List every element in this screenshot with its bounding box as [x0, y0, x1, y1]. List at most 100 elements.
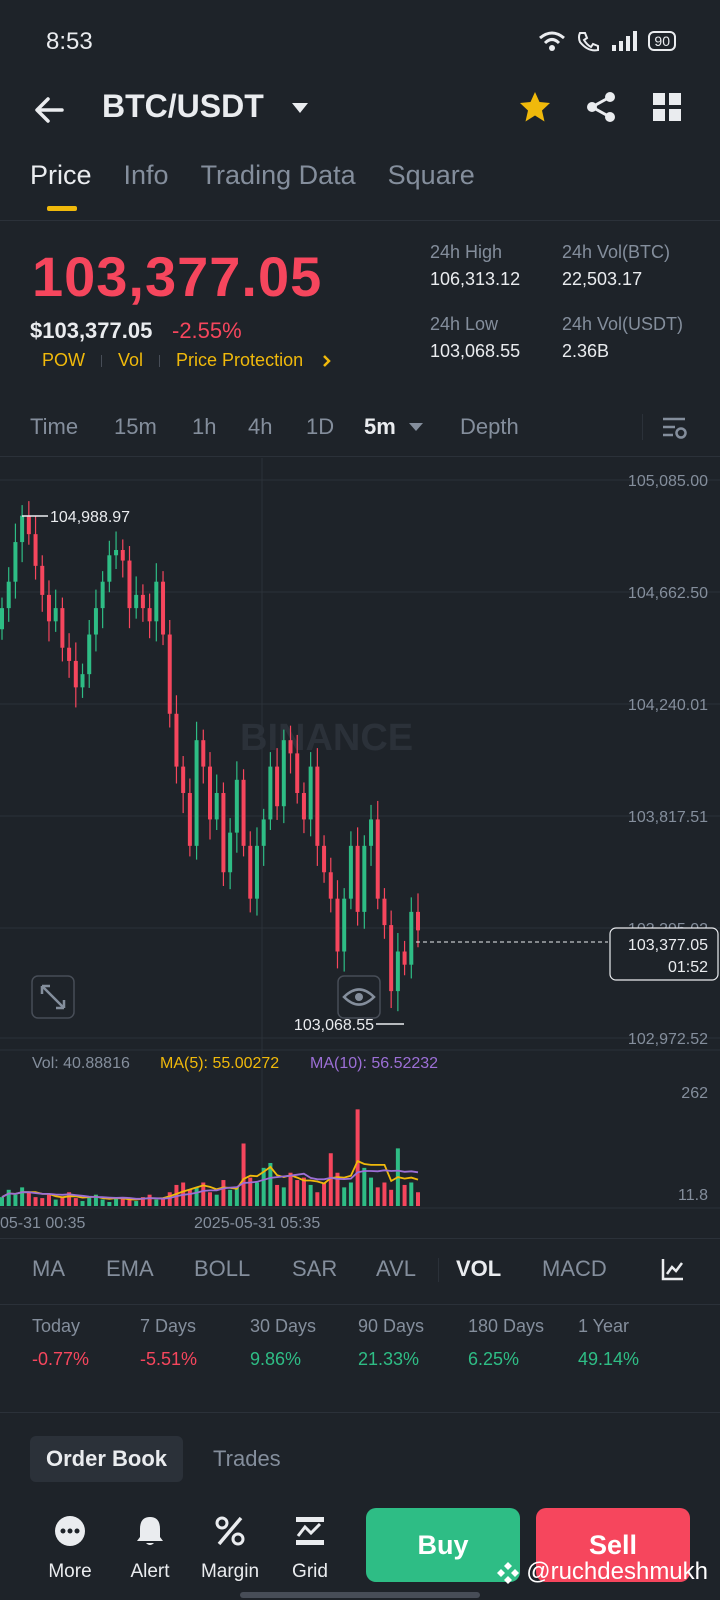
- wifi-icon: [539, 31, 566, 51]
- tag-price-protection[interactable]: Price Protection: [176, 350, 303, 371]
- volume-bar: [402, 1184, 407, 1206]
- status-bar: 8:53 90: [0, 0, 720, 80]
- volume-bar: [369, 1177, 374, 1206]
- indicator-tabs: MA EMA BOLL SAR AVL VOL MACD: [32, 1256, 692, 1296]
- candle-body: [261, 819, 266, 846]
- volume-bar: [348, 1182, 353, 1206]
- candle-body: [315, 766, 320, 846]
- interval-15m[interactable]: 15m: [114, 414, 157, 440]
- x-tick-label: 2025-05-31 05:35: [194, 1215, 320, 1232]
- chevron-right-icon[interactable]: [317, 353, 337, 369]
- more-label: More: [48, 1561, 92, 1582]
- volume-bar: [214, 1194, 219, 1206]
- bell-icon: [137, 1517, 163, 1545]
- alert-label: Alert: [130, 1561, 170, 1582]
- pair-title[interactable]: BTC/USDT: [102, 88, 264, 125]
- indicator-boll[interactable]: BOLL: [194, 1256, 250, 1282]
- candle-body: [194, 740, 199, 846]
- stat-vol-usdt-label: 24h Vol(USDT): [562, 314, 684, 334]
- candle-body: [201, 740, 206, 767]
- candle-body: [208, 766, 212, 820]
- tab-order-book[interactable]: Order Book: [30, 1436, 184, 1482]
- volume-bar: [322, 1182, 327, 1206]
- candle-body: [234, 779, 239, 833]
- chevron-down-icon[interactable]: [290, 98, 310, 118]
- indicator-ma[interactable]: MA: [32, 1256, 65, 1282]
- volume-bar: [254, 1182, 259, 1206]
- candle-body: [416, 911, 420, 931]
- tab-price[interactable]: Price: [30, 160, 92, 211]
- volume-bar: [228, 1189, 233, 1206]
- tag-vol[interactable]: Vol: [118, 350, 143, 371]
- price-chart[interactable]: BINANCE 105,085.00 104,662.50 104,240.01…: [0, 458, 720, 1238]
- candle-body: [93, 608, 98, 635]
- expand-icon[interactable]: [31, 975, 75, 1019]
- volume-bar: [73, 1198, 78, 1206]
- y-tick-label: 102,972.52: [628, 1031, 708, 1048]
- perf-value: 9.86%: [250, 1349, 302, 1369]
- volume-bar: [315, 1192, 320, 1206]
- candle-body: [295, 753, 300, 794]
- favorite-star-icon[interactable]: [518, 90, 552, 124]
- interval-1h[interactable]: 1h: [192, 414, 216, 440]
- candle-body: [342, 898, 347, 952]
- high-marker-label: 104,988.97: [50, 509, 130, 526]
- interval-depth[interactable]: Depth: [460, 414, 519, 440]
- indicator-avl[interactable]: AVL: [376, 1256, 416, 1282]
- grid-label: Grid: [292, 1561, 328, 1582]
- indicator-divider-line: [0, 1304, 720, 1305]
- tab-trading-data[interactable]: Trading Data: [201, 160, 356, 211]
- vol-y-top: 262: [681, 1085, 708, 1102]
- indicator-ema[interactable]: EMA: [106, 1256, 154, 1282]
- tab-info[interactable]: Info: [124, 160, 169, 211]
- grid-menu-icon[interactable]: [652, 92, 682, 122]
- candle-body: [114, 549, 119, 556]
- volume-bar: [355, 1109, 360, 1206]
- perf-label: 7 Days: [140, 1316, 197, 1336]
- back-arrow-icon[interactable]: [32, 92, 68, 128]
- interval-time[interactable]: Time: [30, 414, 78, 440]
- tab-square[interactable]: Square: [388, 160, 475, 211]
- volume-bar: [80, 1201, 85, 1206]
- volume-bars: [0, 1109, 420, 1206]
- interval-5m[interactable]: 5m: [364, 414, 396, 440]
- price-tags: POW Vol Price Protection: [42, 350, 337, 371]
- y-tick-label: 105,085.00: [628, 473, 708, 490]
- order-tabs: Order Book Trades: [30, 1436, 297, 1482]
- candle-body: [127, 560, 132, 609]
- tag-separator: [159, 354, 161, 367]
- vol-label: Vol: 40.88816: [32, 1055, 130, 1072]
- chart-canvas[interactable]: BINANCE 105,085.00 104,662.50 104,240.01…: [0, 458, 720, 1238]
- volume-bar: [6, 1189, 11, 1206]
- eye-icon[interactable]: [337, 975, 381, 1019]
- battery-indicator: 90: [648, 31, 676, 51]
- indicator-settings-icon[interactable]: [660, 1256, 686, 1282]
- indicator-macd[interactable]: MACD: [542, 1256, 607, 1282]
- volume-bar: [53, 1199, 58, 1206]
- volume-bar: [295, 1180, 300, 1206]
- margin-button[interactable]: Margin: [190, 1514, 270, 1583]
- volume-bar: [409, 1182, 414, 1206]
- volume-bar: [288, 1172, 293, 1206]
- interval-4h[interactable]: 4h: [248, 414, 272, 440]
- chart-settings-icon[interactable]: [660, 414, 688, 442]
- indicator-vol[interactable]: VOL: [456, 1256, 501, 1282]
- grid-button[interactable]: Grid: [270, 1514, 350, 1583]
- volume-bar: [301, 1177, 306, 1206]
- perf-value: 6.25%: [468, 1349, 520, 1369]
- tab-trades[interactable]: Trades: [197, 1436, 297, 1482]
- more-icon: [55, 1516, 85, 1546]
- interval-caret-icon[interactable]: [408, 420, 424, 434]
- share-icon[interactable]: [584, 90, 618, 124]
- volume-bar: [134, 1201, 139, 1206]
- perf-divider: [0, 1412, 720, 1413]
- more-button[interactable]: More: [30, 1514, 110, 1583]
- tag-pow[interactable]: POW: [42, 350, 85, 371]
- binance-logo-icon: [497, 1562, 520, 1584]
- stat-low-label: 24h Low: [430, 314, 499, 334]
- indicator-sar[interactable]: SAR: [292, 1256, 337, 1282]
- interval-1d[interactable]: 1D: [306, 414, 334, 440]
- alert-button[interactable]: Alert: [110, 1514, 190, 1583]
- y-tick-label: 104,662.50: [628, 585, 708, 602]
- interval-divider: [642, 414, 643, 440]
